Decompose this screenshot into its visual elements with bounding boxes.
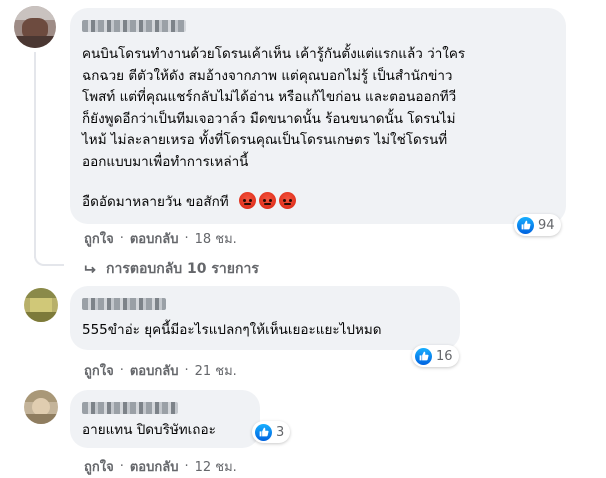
like-button[interactable]: ถูกใจ bbox=[84, 228, 114, 249]
timestamp[interactable]: 21 ชม. bbox=[195, 360, 237, 381]
separator: · bbox=[184, 459, 189, 474]
reply-button[interactable]: ตอบกลับ bbox=[130, 228, 179, 249]
comment-line: คนบินโดรนทำงานด้วยโดรนเค้าเห็น เค้ารู้กั… bbox=[82, 46, 466, 62]
separator: · bbox=[119, 363, 124, 378]
thread-connector bbox=[34, 240, 64, 266]
reaction-count[interactable]: 3 bbox=[252, 421, 291, 443]
reaction-count-value: 16 bbox=[436, 348, 453, 364]
reply-button[interactable]: ตอบกลับ bbox=[130, 456, 179, 477]
comment-actions: ถูกใจ · ตอบกลับ · 21 ชม. bbox=[84, 360, 237, 381]
commenter-name-redacted[interactable] bbox=[82, 20, 186, 32]
commenter-name-redacted[interactable] bbox=[82, 402, 178, 414]
like-button[interactable]: ถูกใจ bbox=[84, 456, 114, 477]
thread-line bbox=[34, 52, 36, 258]
timestamp[interactable]: 12 ชม. bbox=[195, 456, 237, 477]
like-icon bbox=[255, 423, 272, 441]
comment-line: โพสท์ แต่ที่คุณแชร์กลับไม่ได้อ่าน หรือแก… bbox=[82, 89, 457, 105]
comment-text: อายแทน ปิดบริษัทเถอะ bbox=[82, 420, 216, 442]
reply-arrow-icon bbox=[84, 265, 96, 274]
comment-text: 555ขำอ่ะ ยุคนี้มีอะไรแปลกๆให้เห็นเยอะแยะ… bbox=[82, 320, 382, 342]
angry-emoji-icon bbox=[258, 192, 276, 209]
comment-line: อืดอัดมาหลายวัน ขอสักที bbox=[82, 194, 229, 210]
separator: · bbox=[119, 459, 124, 474]
angry-emoji-icon bbox=[278, 192, 296, 209]
timestamp[interactable]: 18 ชม. bbox=[195, 228, 237, 249]
comment-text-extra: อืดอัดมาหลายวัน ขอสักที bbox=[82, 192, 299, 214]
comment-actions: ถูกใจ · ตอบกลับ · 18 ชม. bbox=[84, 228, 237, 249]
avatar[interactable] bbox=[24, 390, 58, 424]
separator: · bbox=[184, 363, 189, 378]
comment-actions: ถูกใจ · ตอบกลับ · 12 ชม. bbox=[84, 456, 237, 477]
reaction-count[interactable]: 94 bbox=[514, 214, 561, 236]
separator: · bbox=[184, 231, 189, 246]
comment-line: อายแทน ปิดบริษัทเถอะ bbox=[82, 422, 216, 438]
like-button[interactable]: ถูกใจ bbox=[84, 360, 114, 381]
separator: · bbox=[119, 231, 124, 246]
comment-line: ก็ยังพูดอีกว่าเป็นทีมเจอวาล์ว มืดขนาดนั้… bbox=[82, 110, 456, 127]
avatar[interactable] bbox=[24, 288, 58, 322]
comment-line: ฉกฉวย ตีตัวให้ดัง สมอ้างจากภาพ แต่คุณบอก… bbox=[82, 67, 453, 84]
reaction-count-value: 94 bbox=[538, 217, 555, 233]
view-replies-label: การตอบกลับ 10 รายการ bbox=[106, 261, 259, 277]
angry-emoji-icon bbox=[238, 192, 256, 209]
comment-bubble: 555ขำอ่ะ ยุคนี้มีอะไรแปลกๆให้เห็นเยอะแยะ… bbox=[70, 286, 460, 350]
avatar[interactable] bbox=[14, 6, 56, 48]
comment-bubble: อายแทน ปิดบริษัทเถอะ bbox=[70, 390, 260, 448]
like-icon bbox=[415, 347, 432, 365]
comment-text: คนบินโดรนทำงานด้วยโดรนเค้าเห็น เค้ารู้กั… bbox=[82, 44, 465, 173]
view-replies-button[interactable]: การตอบกลับ 10 รายการ bbox=[84, 258, 259, 280]
reply-button[interactable]: ตอบกลับ bbox=[130, 360, 179, 381]
reaction-count-value: 3 bbox=[276, 424, 285, 440]
commenter-name-redacted[interactable] bbox=[82, 298, 166, 310]
comment-line: 555ขำอ่ะ ยุคนี้มีอะไรแปลกๆให้เห็นเยอะแยะ… bbox=[82, 322, 382, 338]
reaction-count[interactable]: 16 bbox=[412, 345, 459, 367]
comment-bubble: คนบินโดรนทำงานด้วยโดรนเค้าเห็น เค้ารู้กั… bbox=[70, 8, 566, 224]
comment-line: ออกแบบมาเพื่อทำการเหล่านี้ bbox=[82, 153, 249, 170]
like-icon bbox=[517, 216, 534, 234]
comment-line: ไหม้ ไม่ละลายเหรอ ทั้งที่โดรนคุณเป็นโดรน… bbox=[82, 132, 448, 148]
